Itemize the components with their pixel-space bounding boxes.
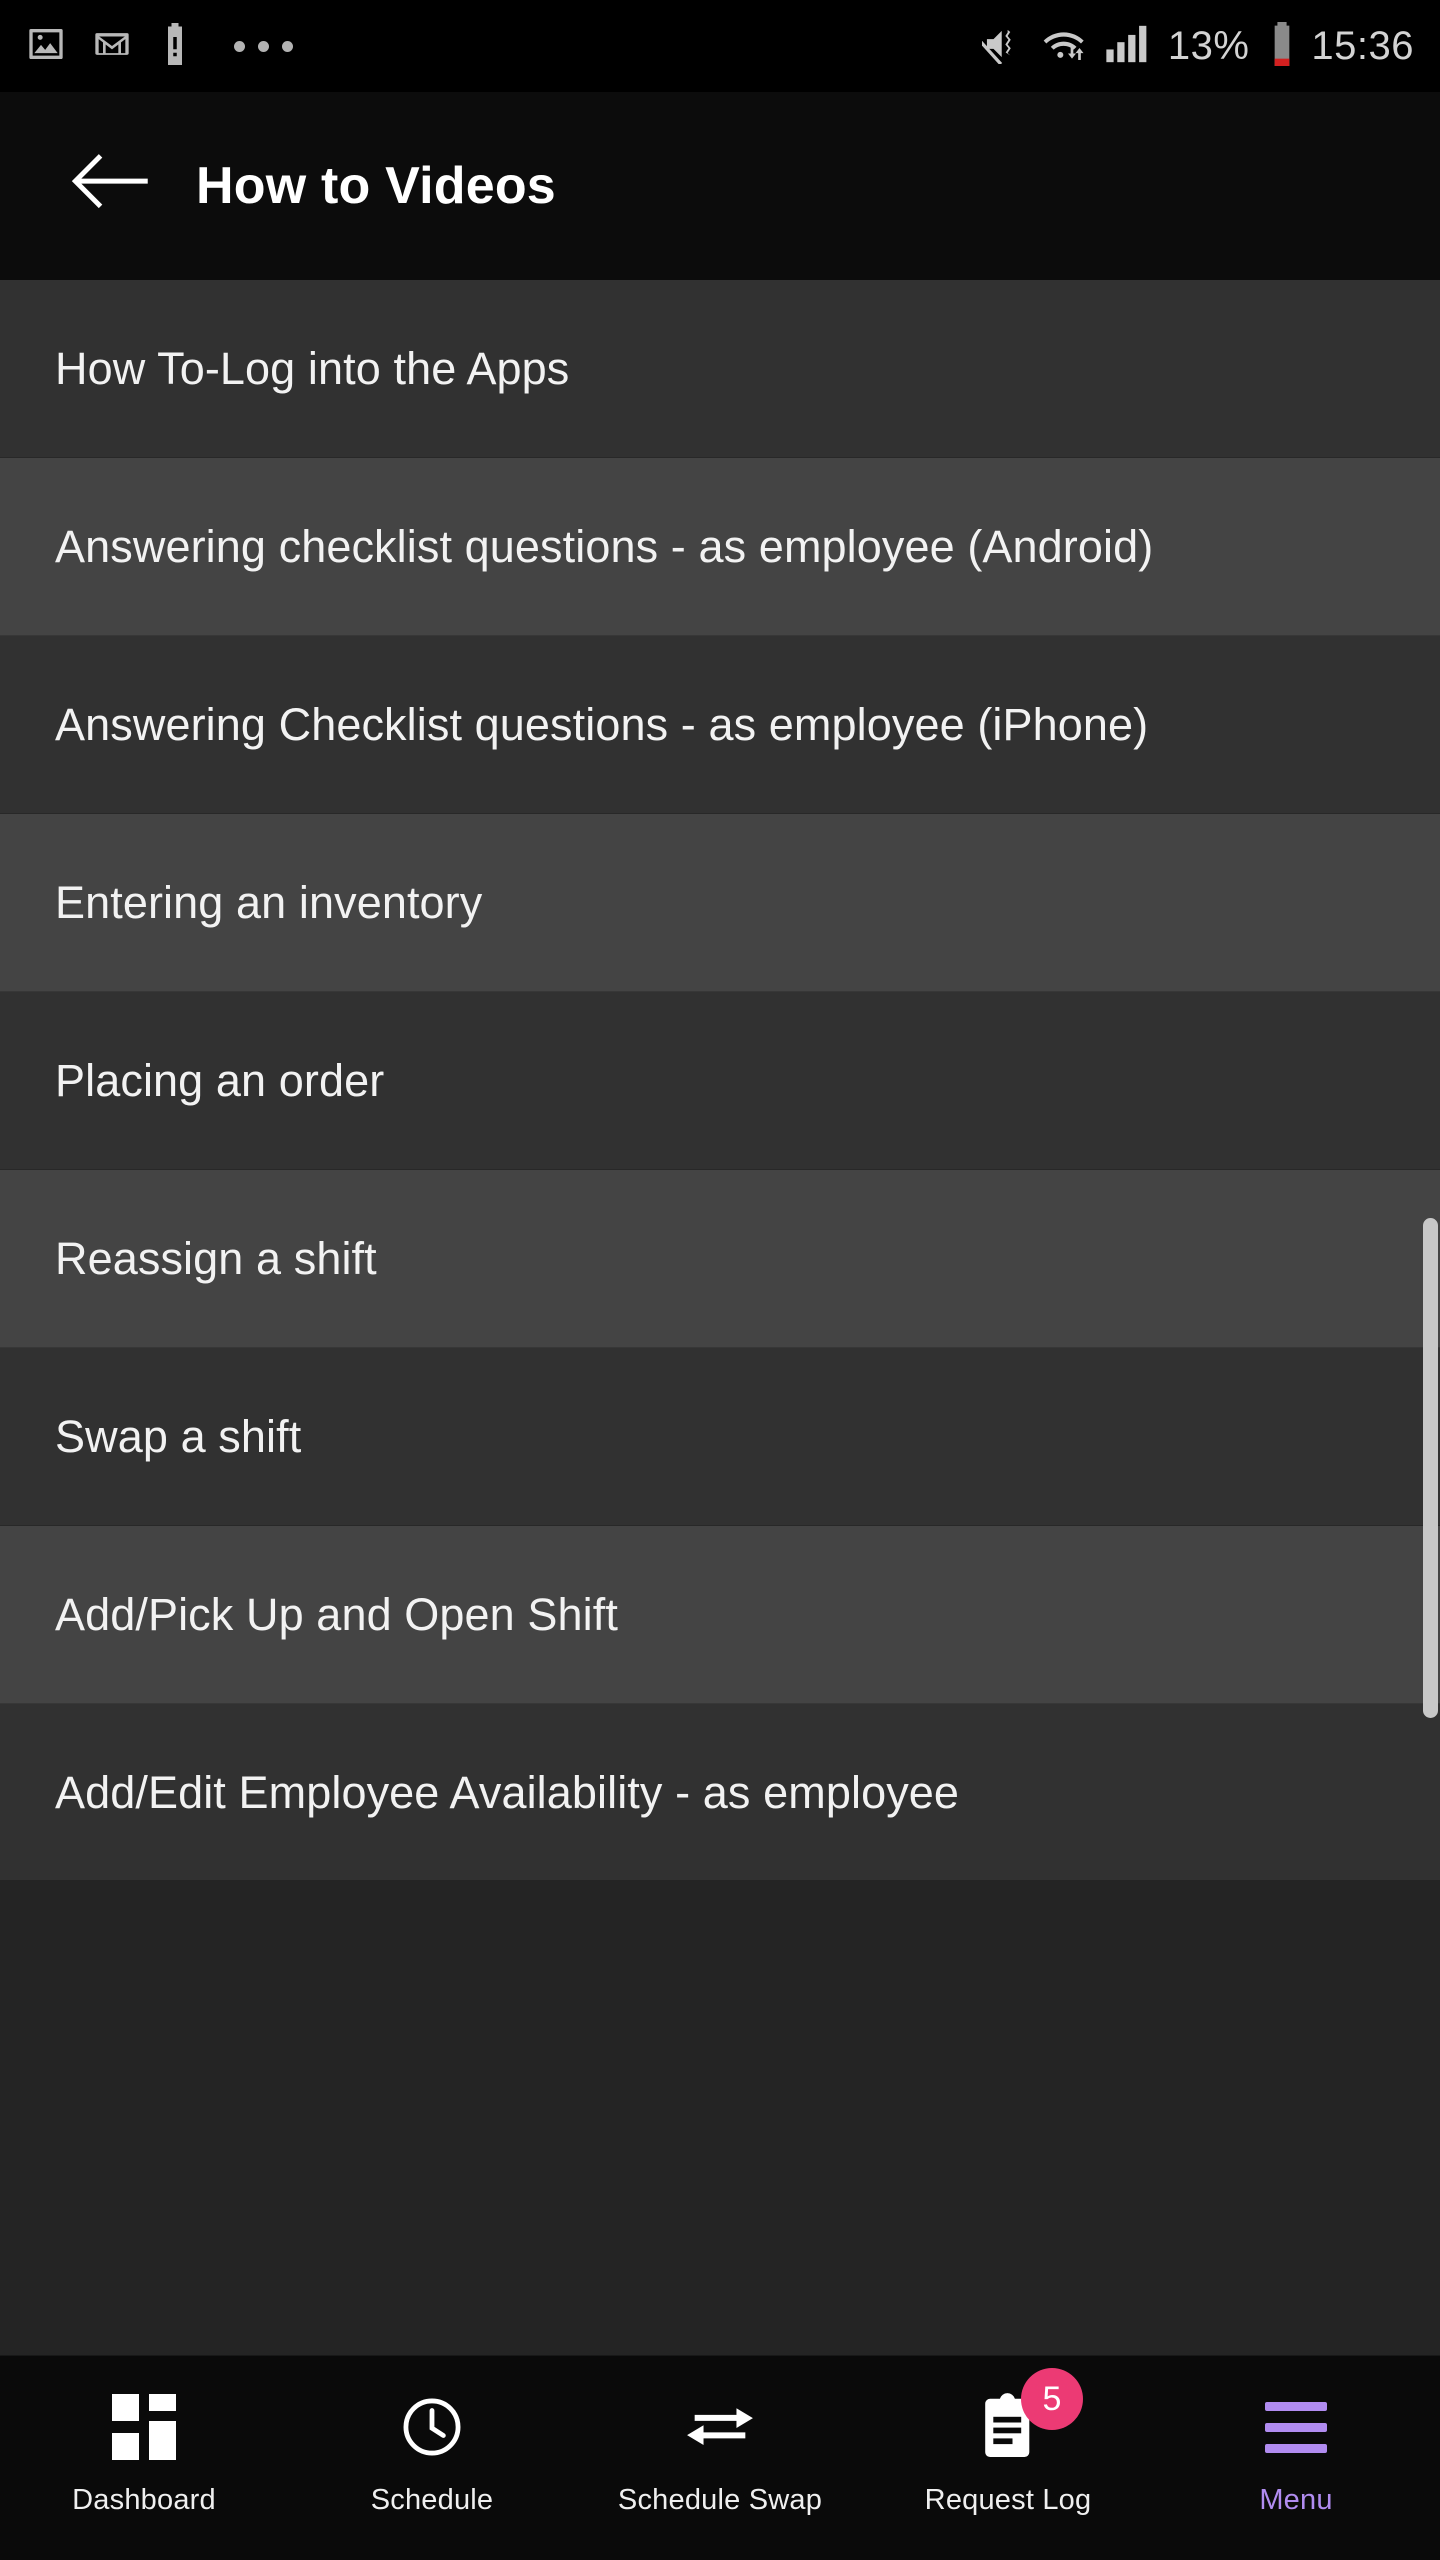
nav-item-label: Request Log	[924, 2484, 1092, 2516]
nav-item-dashboard[interactable]: Dashboard	[0, 2356, 288, 2517]
list-item-label: Answering Checklist questions - as emplo…	[55, 698, 1149, 750]
list-item-label: Entering an inventory	[55, 876, 483, 928]
list-item[interactable]: Reassign a shift	[0, 1170, 1440, 1348]
list-item-label: Answering checklist questions - as emplo…	[55, 520, 1154, 572]
nav-item-menu[interactable]: Menu	[1152, 2356, 1440, 2517]
list-item[interactable]: Placing an order	[0, 992, 1440, 1170]
clipboard-icon: 5	[973, 2368, 1083, 2464]
more-notifications-icon	[234, 40, 293, 52]
cellular-signal-icon	[1106, 24, 1154, 69]
how-to-videos-list[interactable]: How To-Log into the Apps Answering check…	[0, 280, 1440, 1880]
back-button[interactable]	[46, 126, 166, 246]
wifi-icon	[1042, 24, 1092, 69]
nav-item-label: Schedule	[370, 2484, 494, 2516]
battery-icon	[1267, 21, 1297, 71]
clock-label: 15:36	[1311, 24, 1414, 68]
list-item[interactable]: Answering checklist questions - as emplo…	[0, 458, 1440, 636]
list-empty-area	[0, 1880, 1440, 2355]
list-item[interactable]: How To-Log into the Apps	[0, 280, 1440, 458]
list-scrollbar[interactable]	[1422, 280, 1440, 1880]
battery-alert-icon	[158, 22, 192, 70]
clock-icon	[398, 2390, 466, 2464]
status-bar: 13% 15:36	[0, 0, 1440, 92]
list-item-label: Swap a shift	[55, 1410, 302, 1462]
list-item[interactable]: Swap a shift	[0, 1348, 1440, 1526]
list-item[interactable]: Entering an inventory	[0, 814, 1440, 992]
scrollbar-thumb[interactable]	[1423, 1218, 1438, 1718]
status-bar-right-icons: 13% 15:36	[970, 21, 1414, 71]
list-item-label: How To-Log into the Apps	[55, 342, 570, 394]
battery-percent-label: 13%	[1167, 24, 1250, 68]
mute-vibrate-icon	[970, 24, 1028, 69]
phone-screen: 13% 15:36 How to Videos How To-Log into …	[0, 0, 1440, 2560]
list-item-label: Reassign a shift	[55, 1232, 377, 1284]
list-item[interactable]: Add/Edit Employee Availability - as empl…	[0, 1704, 1440, 1880]
photo-icon	[26, 24, 66, 69]
nav-item-label: Dashboard	[72, 2484, 216, 2516]
gmail-icon	[92, 24, 132, 69]
nav-item-request-log[interactable]: 5 Request Log	[864, 2356, 1152, 2517]
nav-item-schedule-swap[interactable]: Schedule Swap	[576, 2356, 864, 2517]
status-bar-left-icons	[26, 22, 293, 70]
list-item[interactable]: Add/Pick Up and Open Shift	[0, 1526, 1440, 1704]
list-item-label: Add/Pick Up and Open Shift	[55, 1588, 618, 1640]
swap-arrows-icon	[682, 2390, 758, 2464]
app-bar: How to Videos	[0, 92, 1440, 280]
request-log-badge: 5	[1021, 2368, 1083, 2430]
nav-item-label: Schedule Swap	[617, 2484, 823, 2516]
list-item[interactable]: Answering Checklist questions - as emplo…	[0, 636, 1440, 814]
page-title: How to Videos	[196, 157, 556, 215]
list-item-label: Placing an order	[55, 1054, 385, 1106]
nav-item-schedule[interactable]: Schedule	[288, 2356, 576, 2517]
dashboard-grid-icon	[112, 2390, 176, 2464]
hamburger-menu-icon	[1265, 2390, 1327, 2464]
bottom-navigation-bar: Dashboard Schedule Schedule Swap 5 Reque…	[0, 2355, 1440, 2560]
back-arrow-icon	[63, 151, 149, 222]
nav-item-label: Menu	[1259, 2484, 1333, 2516]
list-item-label: Add/Edit Employee Availability - as empl…	[55, 1766, 960, 1818]
